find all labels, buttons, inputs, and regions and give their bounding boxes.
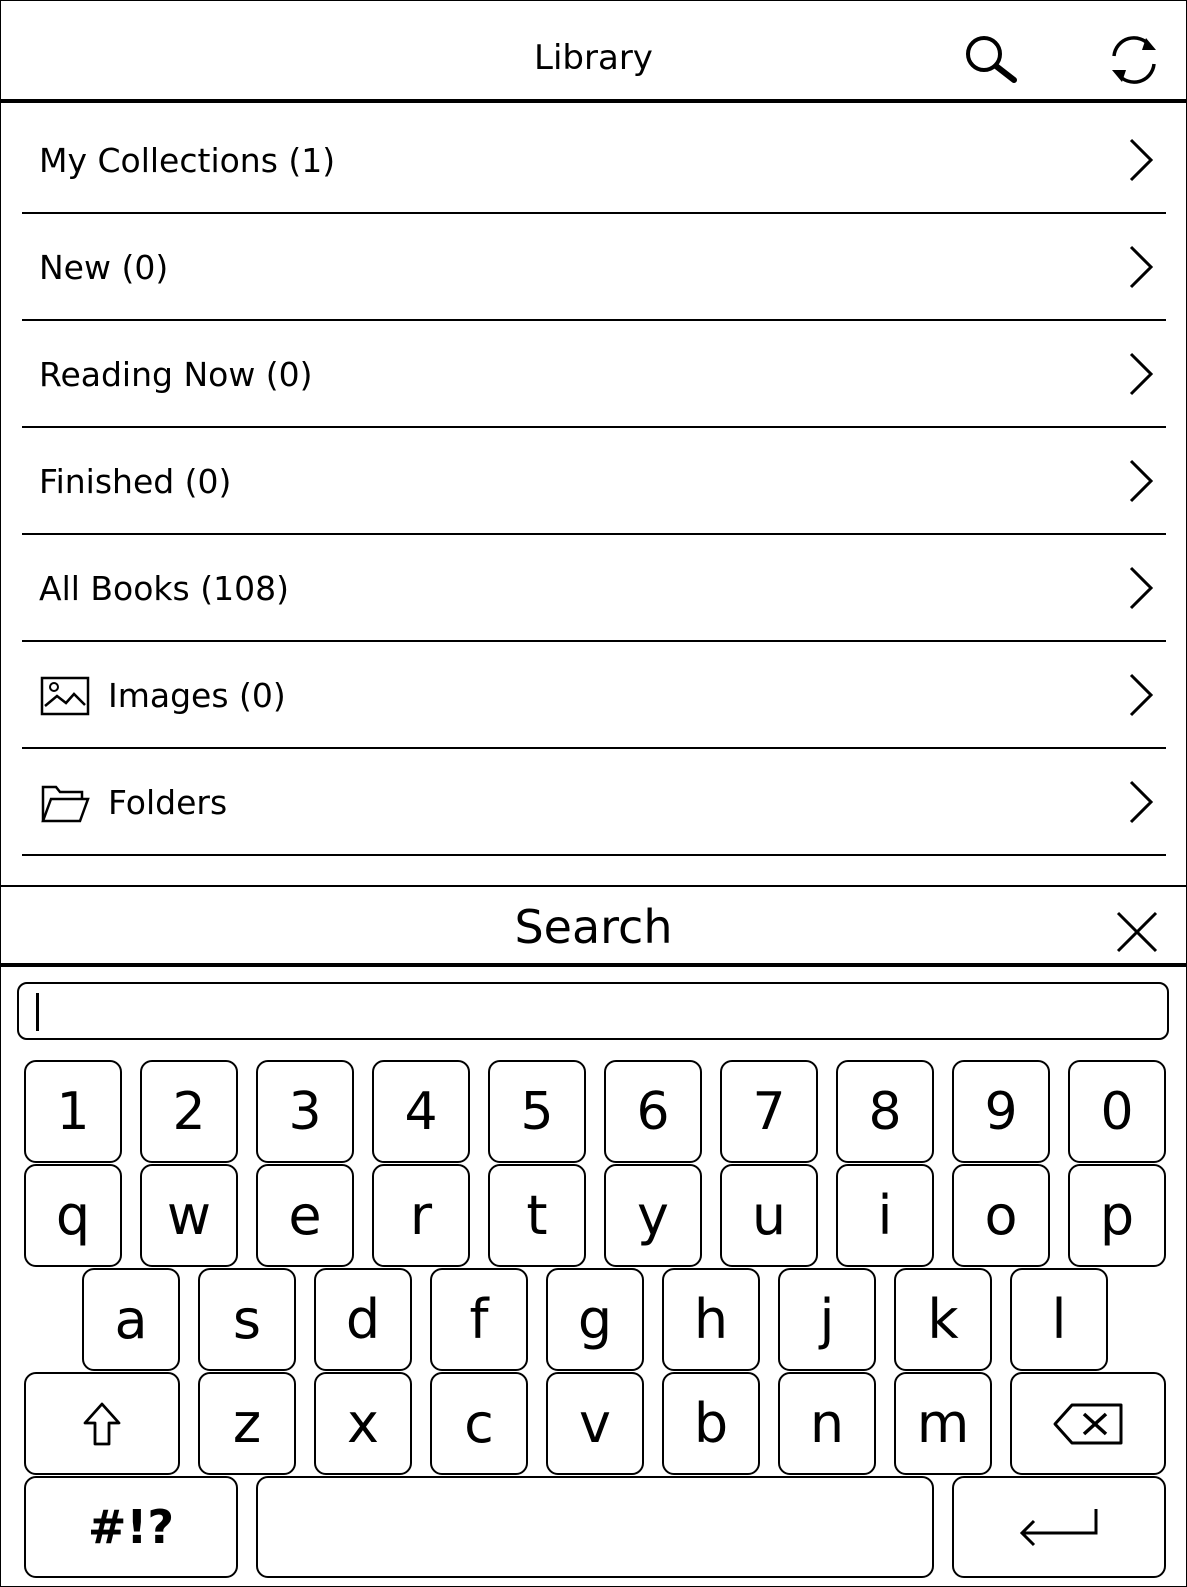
key-3[interactable]: 3 xyxy=(256,1060,354,1163)
backspace-icon xyxy=(1053,1403,1123,1444)
key-4[interactable]: 4 xyxy=(372,1060,470,1163)
library-header: Library xyxy=(0,0,1187,101)
key-5[interactable]: 5 xyxy=(488,1060,586,1163)
close-icon xyxy=(1116,911,1158,953)
chevron-right-icon xyxy=(1129,138,1154,182)
key-i[interactable]: i xyxy=(836,1164,934,1267)
key-e[interactable]: e xyxy=(256,1164,354,1267)
chevron-right-icon xyxy=(1129,566,1154,610)
key-l[interactable]: l xyxy=(1010,1268,1108,1371)
chevron-right-icon xyxy=(1129,673,1154,717)
library-item-my-collections[interactable]: My Collections (1) xyxy=(22,107,1166,214)
library-item-reading-now[interactable]: Reading Now (0) xyxy=(22,321,1166,428)
library-item-label: All Books (108) xyxy=(39,569,289,608)
close-button[interactable] xyxy=(1112,907,1162,957)
library-item-label: Reading Now (0) xyxy=(39,355,313,394)
search-button[interactable] xyxy=(960,30,1020,90)
sync-button[interactable] xyxy=(1104,30,1164,90)
backspace-key[interactable] xyxy=(1010,1372,1166,1475)
image-icon xyxy=(40,676,90,716)
chevron-right-icon xyxy=(1129,352,1154,396)
library-item-label: Folders xyxy=(108,783,228,822)
enter-key[interactable] xyxy=(952,1476,1166,1578)
shift-icon xyxy=(83,1402,121,1445)
header-divider xyxy=(0,99,1187,103)
folder-icon xyxy=(41,785,90,823)
enter-icon xyxy=(1019,1509,1098,1547)
library-item-all-books[interactable]: All Books (108) xyxy=(22,535,1166,642)
key-t[interactable]: t xyxy=(488,1164,586,1267)
chevron-right-icon xyxy=(1129,780,1154,824)
library-item-new[interactable]: New (0) xyxy=(22,214,1166,321)
key-g[interactable]: g xyxy=(546,1268,644,1371)
key-y[interactable]: y xyxy=(604,1164,702,1267)
key-s[interactable]: s xyxy=(198,1268,296,1371)
library-item-label: Images (0) xyxy=(108,676,286,715)
key-2[interactable]: 2 xyxy=(140,1060,238,1163)
search-panel-title: Search xyxy=(514,900,673,954)
key-w[interactable]: w xyxy=(140,1164,238,1267)
key-0[interactable]: 0 xyxy=(1068,1060,1166,1163)
key-9[interactable]: 9 xyxy=(952,1060,1050,1163)
key-k[interactable]: k xyxy=(894,1268,992,1371)
key-q[interactable]: q xyxy=(24,1164,122,1267)
key-6[interactable]: 6 xyxy=(604,1060,702,1163)
symbols-key[interactable]: #!? xyxy=(24,1476,238,1578)
space-key[interactable] xyxy=(256,1476,934,1578)
key-n[interactable]: n xyxy=(778,1372,876,1475)
key-p[interactable]: p xyxy=(1068,1164,1166,1267)
library-item-label: My Collections (1) xyxy=(39,141,336,180)
key-c[interactable]: c xyxy=(430,1372,528,1475)
key-b[interactable]: b xyxy=(662,1372,760,1475)
sync-icon xyxy=(1112,36,1156,84)
search-panel-top-border xyxy=(0,885,1187,888)
key-v[interactable]: v xyxy=(546,1372,644,1475)
key-f[interactable]: f xyxy=(430,1268,528,1371)
key-a[interactable]: a xyxy=(82,1268,180,1371)
search-input[interactable] xyxy=(17,982,1169,1040)
key-d[interactable]: d xyxy=(314,1268,412,1371)
key-7[interactable]: 7 xyxy=(720,1060,818,1163)
key-r[interactable]: r xyxy=(372,1164,470,1267)
key-x[interactable]: x xyxy=(314,1372,412,1475)
key-8[interactable]: 8 xyxy=(836,1060,934,1163)
shift-key[interactable] xyxy=(24,1372,180,1475)
chevron-right-icon xyxy=(1129,245,1154,289)
search-icon xyxy=(966,36,1017,83)
library-item-folders[interactable]: Folders xyxy=(22,749,1166,856)
library-item-label: Finished (0) xyxy=(39,462,232,501)
key-o[interactable]: o xyxy=(952,1164,1050,1267)
key-1[interactable]: 1 xyxy=(24,1060,122,1163)
search-panel-divider xyxy=(0,963,1187,967)
library-item-finished[interactable]: Finished (0) xyxy=(22,428,1166,535)
key-j[interactable]: j xyxy=(778,1268,876,1371)
text-cursor xyxy=(36,993,39,1031)
key-u[interactable]: u xyxy=(720,1164,818,1267)
key-h[interactable]: h xyxy=(662,1268,760,1371)
chevron-right-icon xyxy=(1129,459,1154,503)
library-item-label: New (0) xyxy=(39,248,169,287)
library-item-images[interactable]: Images (0) xyxy=(22,642,1166,749)
key-m[interactable]: m xyxy=(894,1372,992,1475)
key-z[interactable]: z xyxy=(198,1372,296,1475)
